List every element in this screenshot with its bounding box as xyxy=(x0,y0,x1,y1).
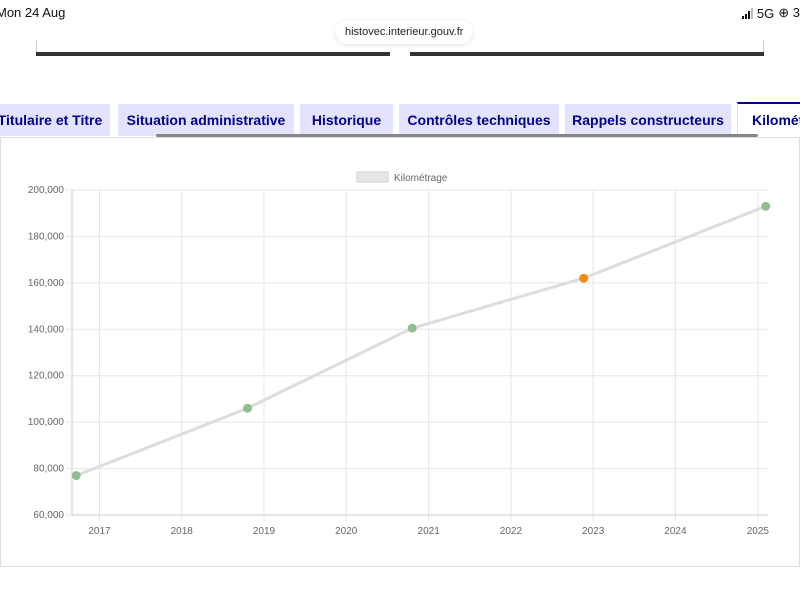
x-tick-label: 2021 xyxy=(418,526,441,537)
data-point xyxy=(579,273,589,283)
x-tick-label: 2025 xyxy=(747,526,770,537)
y-tick-label: 120,000 xyxy=(28,371,65,382)
x-tick-label: 2024 xyxy=(664,526,687,537)
legend-label: Kilométrage xyxy=(394,173,448,184)
signal-strength-icon xyxy=(741,7,753,19)
y-tick-label: 160,000 xyxy=(28,278,65,289)
tab-controles-techniques[interactable]: Contrôles techniques xyxy=(399,104,559,136)
legend-swatch xyxy=(356,171,389,183)
header-rule-right xyxy=(410,52,764,56)
y-tick-label: 140,000 xyxy=(28,324,65,335)
tab-rappels-constructeurs[interactable]: Rappels constructeurs xyxy=(565,104,731,136)
x-tick-label: 2022 xyxy=(500,526,523,537)
y-tick-label: 80,000 xyxy=(33,464,64,475)
tab-bar: Titulaire et Titre Situation administrat… xyxy=(0,102,800,138)
tab-titulaire-et-titre[interactable]: Titulaire et Titre xyxy=(0,104,110,136)
status-date: Mon 24 Aug xyxy=(0,5,66,20)
mileage-panel: 60,000 80,000 100,000 120,000 140,000 160,000… xyxy=(0,137,800,567)
y-tick-label: 100,000 xyxy=(28,417,65,428)
x-tick-label: 2017 xyxy=(88,526,111,537)
x-tick-label: 2018 xyxy=(171,526,194,537)
tab-historique[interactable]: Historique xyxy=(300,104,393,136)
y-tick-label: 200,000 xyxy=(28,185,65,196)
mileage-chart: 60,000 80,000 100,000 120,000 140,000 160,000… xyxy=(28,171,771,537)
address-bar[interactable]: histovec.interieur.gouv.fr xyxy=(335,20,474,44)
tab-kilometrage[interactable]: Kilomét xyxy=(737,102,800,136)
x-tick-label: 2023 xyxy=(582,526,605,537)
url-text: histovec.interieur.gouv.fr xyxy=(345,26,464,38)
header-rule-left xyxy=(36,52,390,56)
tab-situation-administrative[interactable]: Situation administrative xyxy=(118,104,294,136)
series-line xyxy=(75,204,767,477)
x-tick-label: 2020 xyxy=(335,526,358,537)
status-indicators: 5G ⊕ 3 xyxy=(741,5,800,21)
data-point xyxy=(71,471,81,481)
data-point xyxy=(243,403,253,413)
y-tick-label: 60,000 xyxy=(33,510,64,521)
x-tick-label: 2019 xyxy=(253,526,276,537)
y-tick-label: 180,000 xyxy=(28,231,65,242)
data-point xyxy=(407,323,417,333)
data-point xyxy=(761,201,771,211)
network-type: 5G xyxy=(756,5,775,21)
status-extra: ⊕ 3 xyxy=(778,5,800,20)
